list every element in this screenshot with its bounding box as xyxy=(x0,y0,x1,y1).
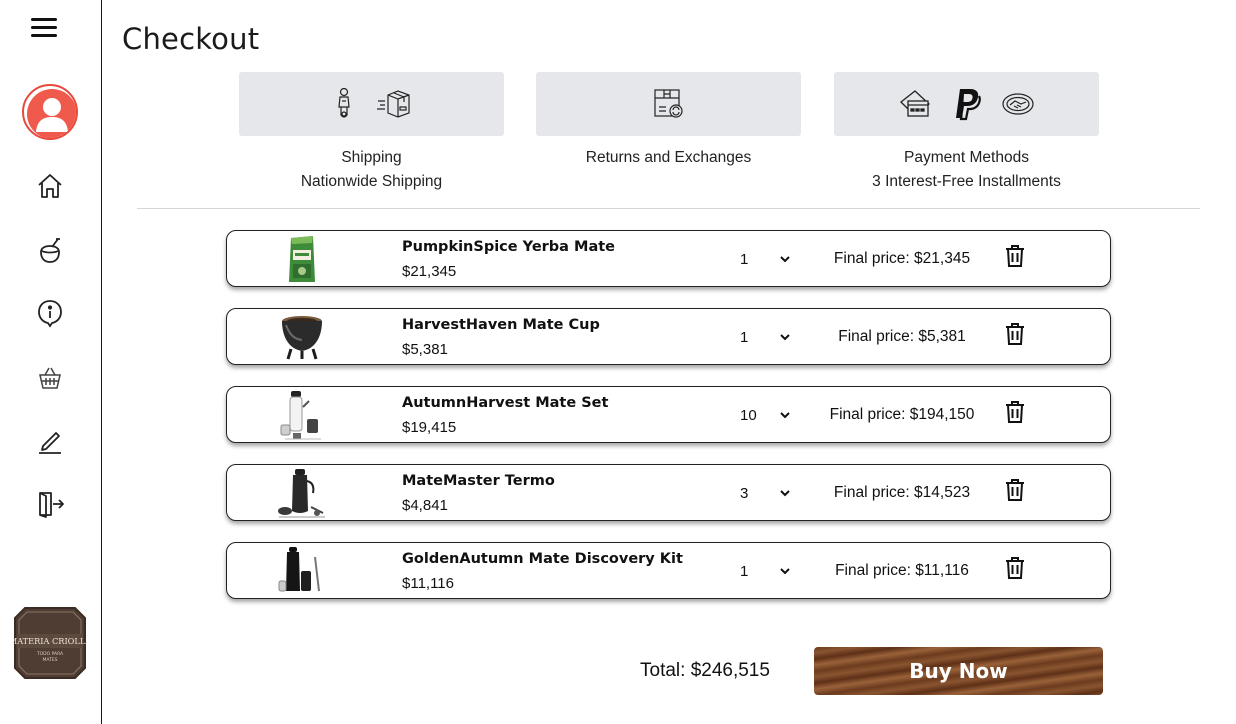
svg-text:MATERIA CRIOLLA: MATERIA CRIOLLA xyxy=(13,636,87,646)
shipping-title: Shipping xyxy=(341,149,402,166)
chevron-down-icon xyxy=(780,490,790,497)
handshake-icon xyxy=(1001,93,1034,115)
thermos-image xyxy=(269,468,335,518)
final-price: Final price: $21,345 xyxy=(833,250,971,267)
divider xyxy=(137,208,1200,209)
shipping-card xyxy=(239,72,504,136)
final-price: Final price: $5,381 xyxy=(838,328,966,345)
page-title: Checkout xyxy=(122,22,260,56)
avatar[interactable] xyxy=(22,84,78,140)
mate-cup-image xyxy=(269,312,335,362)
quantity-select[interactable]: 1 xyxy=(740,250,800,270)
mate-icon[interactable] xyxy=(34,235,66,267)
basket-icon[interactable] xyxy=(34,362,66,394)
chevron-down-icon xyxy=(780,334,790,341)
cart-item: MateMaster Termo $4,841 3 Final price: $… xyxy=(226,464,1111,521)
logout-icon[interactable] xyxy=(34,488,66,520)
product-price: $4,841 xyxy=(402,497,448,514)
trash-icon[interactable] xyxy=(1004,244,1026,268)
product-price: $21,345 xyxy=(402,263,457,280)
credit-card-icon xyxy=(899,90,930,117)
quantity-select[interactable]: 10 xyxy=(740,406,800,426)
buy-now-button[interactable]: Buy Now xyxy=(814,647,1103,695)
paypal-icon xyxy=(955,89,981,121)
cart-item: GoldenAutumn Mate Discovery Kit $11,116 … xyxy=(226,542,1111,599)
returns-card xyxy=(536,72,801,136)
quantity-select[interactable]: 3 xyxy=(740,484,800,504)
info-icon[interactable] xyxy=(34,297,66,329)
payment-info: Payment Methods 3 Interest-Free Installm… xyxy=(834,146,1099,194)
quantity-select[interactable]: 1 xyxy=(740,328,800,348)
product-price: $5,381 xyxy=(402,341,448,358)
discovery-kit-image xyxy=(269,546,335,596)
quantity-value: 1 xyxy=(740,329,749,346)
trash-icon[interactable] xyxy=(1004,556,1026,580)
product-name: GoldenAutumn Mate Discovery Kit xyxy=(402,551,683,567)
shipping-subtitle: Nationwide Shipping xyxy=(300,173,443,190)
product-name: MateMaster Termo xyxy=(402,473,555,489)
final-price: Final price: $11,116 xyxy=(835,562,969,579)
returns-info: Returns and Exchanges xyxy=(536,146,801,170)
product-price: $11,116 xyxy=(402,575,454,592)
cart-item: PumpkinSpice Yerba Mate $21,345 1 Final … xyxy=(226,230,1111,287)
shipping-info: Shipping Nationwide Shipping xyxy=(239,146,504,194)
fast-delivery-box-icon xyxy=(376,90,410,118)
trash-icon[interactable] xyxy=(1004,322,1026,346)
payment-card xyxy=(834,72,1099,136)
returns-box-icon xyxy=(653,89,683,118)
quantity-value: 1 xyxy=(740,563,749,580)
quantity-value: 10 xyxy=(740,407,757,424)
delivery-scooter-icon xyxy=(337,87,350,118)
svg-text:TODO PARA: TODO PARA xyxy=(36,651,64,657)
final-price: Final price: $194,150 xyxy=(829,406,975,423)
product-price: $19,415 xyxy=(402,419,457,436)
cart-item: HarvestHaven Mate Cup $5,381 1 Final pri… xyxy=(226,308,1111,365)
chevron-down-icon xyxy=(780,256,790,263)
trash-icon[interactable] xyxy=(1004,400,1026,424)
payment-subtitle: 3 Interest-Free Installments xyxy=(872,173,1061,190)
product-name: HarvestHaven Mate Cup xyxy=(402,317,600,333)
brand-logo: MATERIA CRIOLLA TODO PARA MATES xyxy=(9,606,91,680)
mate-set-image xyxy=(269,390,335,440)
sidebar: MATERIA CRIOLLA TODO PARA MATES xyxy=(0,0,102,724)
returns-title: Returns and Exchanges xyxy=(585,149,752,166)
yerba-package-image xyxy=(269,234,335,284)
home-icon[interactable] xyxy=(34,170,66,202)
edit-icon[interactable] xyxy=(34,425,66,457)
trash-icon[interactable] xyxy=(1004,478,1026,502)
menu-icon[interactable] xyxy=(31,18,57,38)
cart-total: Total: $246,515 xyxy=(640,660,770,681)
chevron-down-icon xyxy=(780,412,790,419)
quantity-value: 1 xyxy=(740,251,749,268)
final-price: Final price: $14,523 xyxy=(833,484,971,501)
cart-item: AutumnHarvest Mate Set $19,415 10 Final … xyxy=(226,386,1111,443)
quantity-select[interactable]: 1 xyxy=(740,562,800,582)
product-name: PumpkinSpice Yerba Mate xyxy=(402,239,615,255)
product-name: AutumnHarvest Mate Set xyxy=(402,395,609,411)
payment-title: Payment Methods xyxy=(904,149,1029,166)
quantity-value: 3 xyxy=(740,485,749,502)
chevron-down-icon xyxy=(780,568,790,575)
svg-text:MATES: MATES xyxy=(42,657,57,663)
